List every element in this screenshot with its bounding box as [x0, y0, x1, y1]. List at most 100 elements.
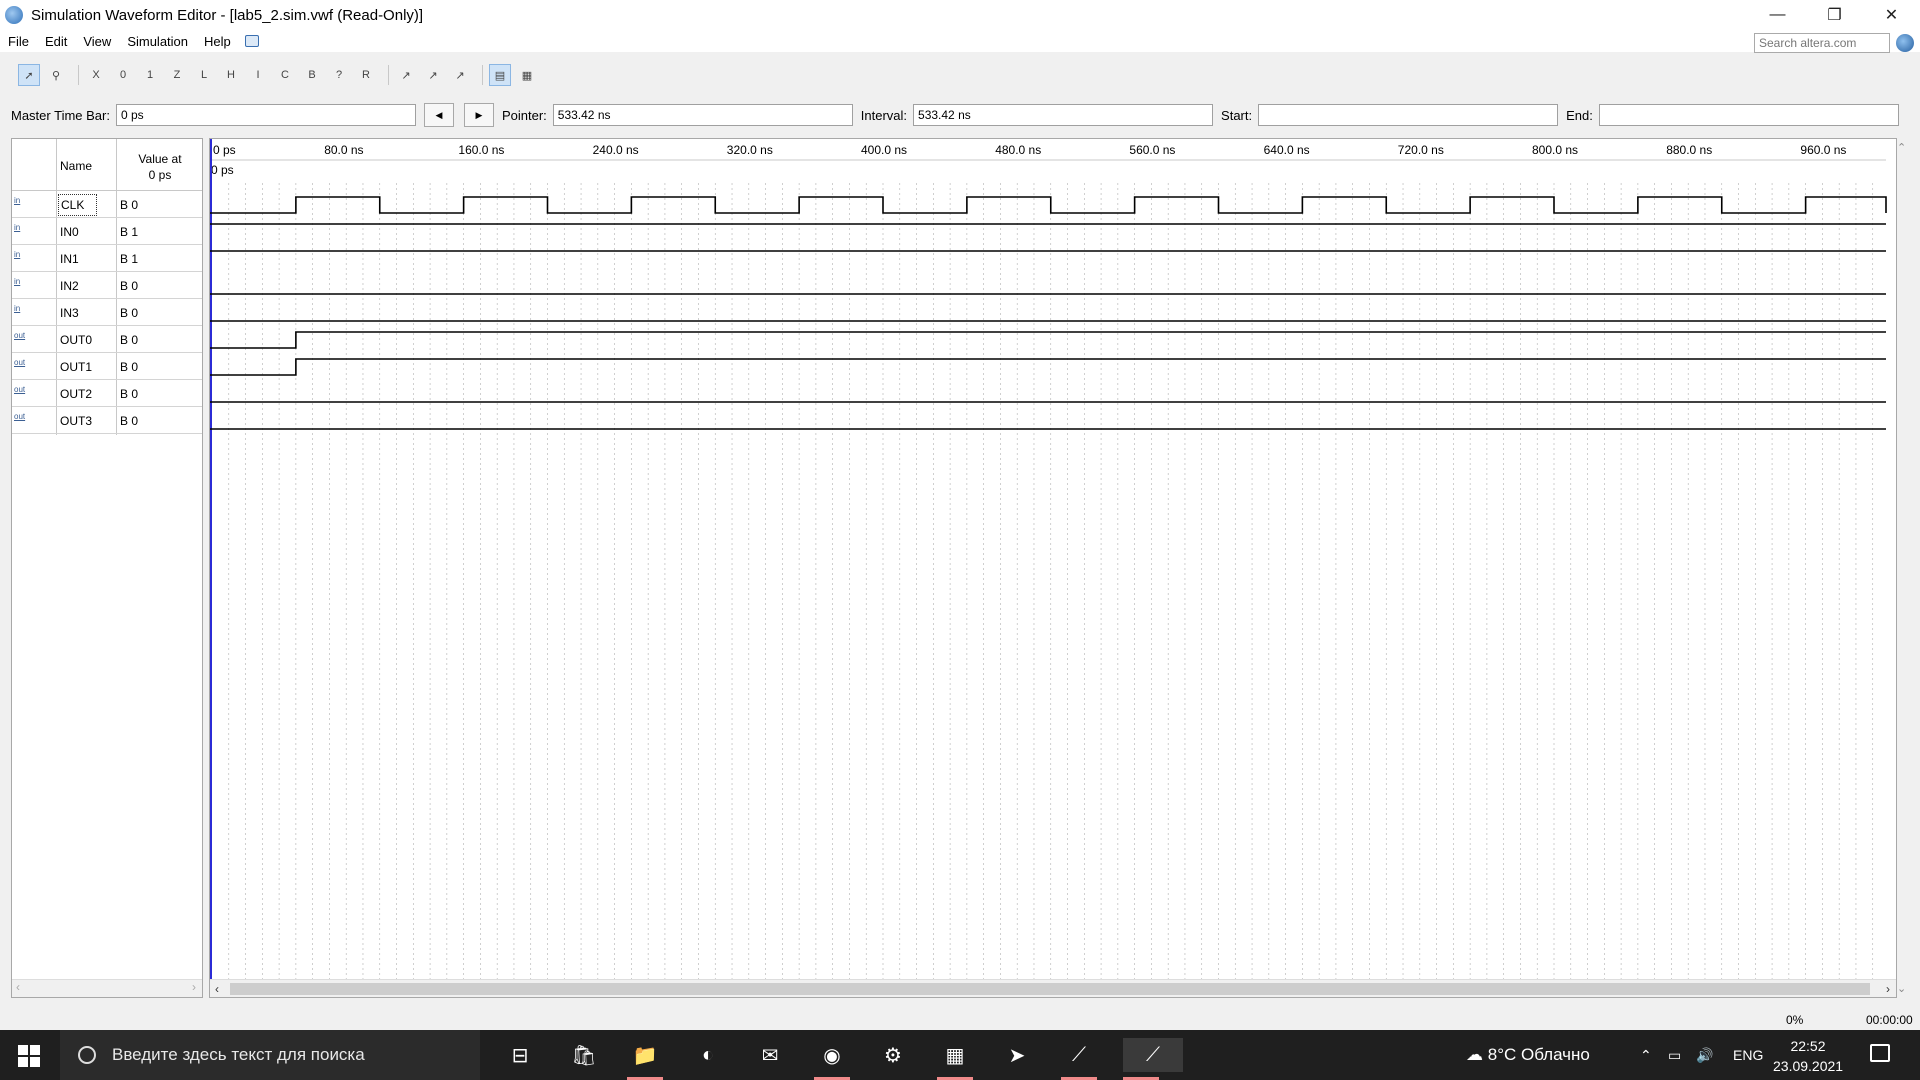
- signal-name-in0[interactable]: IN0: [60, 225, 79, 239]
- store-icon[interactable]: 🛍: [566, 1038, 602, 1072]
- signal-row-out0[interactable]: out OUT0 B 0: [12, 326, 202, 353]
- edge-icon[interactable]: ◐: [690, 1038, 726, 1072]
- file-explorer-icon[interactable]: 📁: [627, 1038, 663, 1080]
- run-functional-simulation-icon[interactable]: ↗: [395, 64, 417, 86]
- waveform-canvas[interactable]: 0 ps 80.0 ns 160.0 ns 240.0 ns 320.0 ns 400.0…: [210, 139, 1896, 979]
- signal-name-in3[interactable]: IN3: [60, 306, 79, 320]
- snap-to-grid-icon[interactable]: ▤: [489, 64, 511, 86]
- master-time-bar-field[interactable]: 0 ps: [115, 104, 416, 126]
- waveform-panel[interactable]: 0 ps 80.0 ns 160.0 ns 240.0 ns 320.0 ns 400.0…: [209, 138, 1897, 998]
- minimize-button[interactable]: —: [1749, 0, 1806, 30]
- quartus-icon[interactable]: ⟋: [1061, 1038, 1097, 1080]
- generate-netlist-icon[interactable]: ↗: [449, 64, 471, 86]
- master-time-bar-label: Master Time Bar:: [11, 107, 110, 123]
- waveform-editor-task-icon[interactable]: ⟋: [1123, 1038, 1183, 1080]
- winrar-icon[interactable]: ▦: [937, 1038, 973, 1080]
- signal-row-in0[interactable]: in IN0 B 1: [12, 218, 202, 245]
- force-high-icon[interactable]: 1: [139, 64, 161, 86]
- menu-help[interactable]: Help: [196, 34, 239, 49]
- signal-row-in2[interactable]: in IN2 B 0: [12, 272, 202, 299]
- force-low-icon[interactable]: 0: [112, 64, 134, 86]
- end-label: End:: [1566, 107, 1593, 123]
- previous-transition-button[interactable]: ◀: [423, 103, 454, 127]
- mail-icon[interactable]: ✉: [752, 1038, 788, 1072]
- waveform-trace-clk: [210, 196, 1887, 214]
- scroll-thumb[interactable]: [230, 983, 1870, 995]
- signal-row-in1[interactable]: in IN1 B 1: [12, 245, 202, 272]
- end-field[interactable]: [1598, 104, 1899, 126]
- language-indicator[interactable]: ENG: [1733, 1047, 1763, 1063]
- signal-value-out0: B 0: [120, 333, 139, 347]
- signal-name-in1[interactable]: IN1: [60, 252, 79, 266]
- signal-name-out1[interactable]: OUT1: [60, 360, 92, 374]
- time-tick-label: 0 ps: [213, 143, 236, 157]
- start-button[interactable]: [18, 1045, 40, 1067]
- signal-row-out1[interactable]: out OUT1 B 0: [12, 353, 202, 380]
- notification-icon[interactable]: [1870, 1044, 1890, 1062]
- task-view-icon[interactable]: ⊟: [502, 1038, 538, 1072]
- force-unknown-icon[interactable]: X: [85, 64, 107, 86]
- signal-name-out0[interactable]: OUT0: [60, 333, 92, 347]
- network-icon[interactable]: ▭: [1668, 1047, 1681, 1064]
- menu-edit[interactable]: Edit: [37, 34, 75, 49]
- signal-name-out2[interactable]: OUT2: [60, 387, 92, 401]
- scroll-right-icon[interactable]: ›: [192, 980, 196, 994]
- run-timing-simulation-icon[interactable]: ↗: [422, 64, 444, 86]
- clock[interactable]: 22:52 23.09.2021: [1773, 1036, 1843, 1076]
- pointer-field[interactable]: 533.42 ns: [552, 104, 853, 126]
- value-column-header[interactable]: Value at 0 ps: [116, 151, 204, 183]
- zoom-tool-icon[interactable]: ⚲: [45, 64, 67, 86]
- scroll-left-icon[interactable]: ‹: [16, 980, 20, 994]
- search-input[interactable]: Search altera.com: [1754, 33, 1890, 53]
- waveform-vertical-scrollbar[interactable]: ⌃ ⌄: [1893, 138, 1911, 998]
- waveform-horizontal-scrollbar[interactable]: ‹ ›: [210, 979, 1896, 997]
- signal-row-in3[interactable]: in IN3 B 0: [12, 299, 202, 326]
- weak-low-icon[interactable]: L: [193, 64, 215, 86]
- next-transition-button[interactable]: ▶: [463, 103, 494, 127]
- taskbar-search[interactable]: Введите здесь текст для поиска: [60, 1030, 480, 1080]
- telegram-icon[interactable]: ➤: [999, 1038, 1035, 1072]
- close-button[interactable]: ✕: [1863, 0, 1920, 30]
- scroll-down-icon[interactable]: ⌄: [1897, 982, 1906, 995]
- signal-row-clk[interactable]: in CLK B 0: [12, 191, 202, 218]
- restore-button[interactable]: ❐: [1806, 0, 1863, 30]
- interval-field[interactable]: 533.42 ns: [913, 104, 1214, 126]
- scroll-left-icon[interactable]: ‹: [215, 982, 219, 996]
- weather-widget[interactable]: ☁ 8°C Облачно: [1466, 1045, 1590, 1065]
- waveform-trace-out0: [210, 331, 1886, 349]
- grid-settings-icon[interactable]: ▦: [516, 64, 538, 86]
- globe-icon[interactable]: [1896, 34, 1914, 52]
- output-pin-icon: out: [14, 358, 26, 367]
- signal-name-clk[interactable]: CLK: [58, 194, 98, 216]
- scroll-right-icon[interactable]: ›: [1886, 982, 1890, 996]
- volume-icon[interactable]: 🔊: [1696, 1047, 1713, 1064]
- invert-icon[interactable]: I: [247, 64, 269, 86]
- time-tick-label: 320.0 ns: [727, 143, 773, 157]
- elapsed-time: 00:00:00: [1866, 1013, 1913, 1027]
- signal-row-out3[interactable]: out OUT3 B 0: [12, 407, 202, 434]
- menu-simulation[interactable]: Simulation: [119, 34, 196, 49]
- random-value-icon[interactable]: R: [355, 64, 377, 86]
- start-field[interactable]: [1258, 104, 1559, 126]
- name-column-header[interactable]: Name: [60, 159, 92, 173]
- signal-value-in3: B 0: [120, 306, 139, 320]
- signal-name-out3[interactable]: OUT3: [60, 414, 92, 428]
- menu-file[interactable]: File: [0, 34, 37, 49]
- overwrite-clock-icon[interactable]: B: [301, 64, 323, 86]
- menu-view[interactable]: View: [75, 34, 119, 49]
- weak-high-icon[interactable]: H: [220, 64, 242, 86]
- tray-expand-icon[interactable]: ⌃: [1640, 1047, 1652, 1064]
- signal-list-scrollbar[interactable]: ‹ ›: [12, 979, 202, 997]
- settings-gear-icon[interactable]: ⚙: [875, 1038, 911, 1072]
- force-high-impedance-icon[interactable]: Z: [166, 64, 188, 86]
- count-value-icon[interactable]: C: [274, 64, 296, 86]
- scroll-up-icon[interactable]: ⌃: [1897, 141, 1906, 154]
- comment-icon[interactable]: [244, 35, 259, 47]
- chrome-icon[interactable]: ◉: [814, 1038, 850, 1080]
- signal-row-out2[interactable]: out OUT2 B 0: [12, 380, 202, 407]
- selection-tool-icon[interactable]: ➚: [18, 64, 40, 86]
- arbitrary-value-icon[interactable]: ?: [328, 64, 350, 86]
- weather-text: 8°C Облачно: [1487, 1045, 1590, 1064]
- signal-name-in2[interactable]: IN2: [60, 279, 79, 293]
- windows-logo-tile: [30, 1057, 40, 1067]
